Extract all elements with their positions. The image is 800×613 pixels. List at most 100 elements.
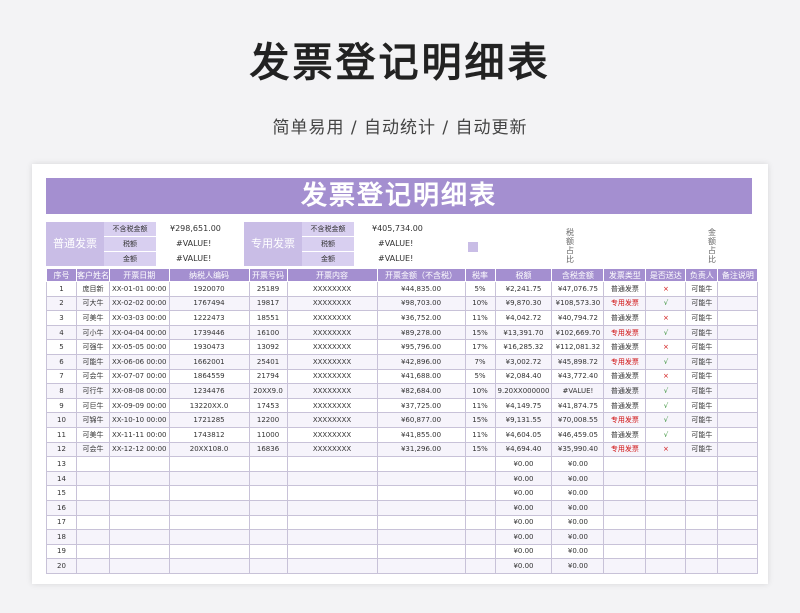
table-cell[interactable]: XXXXXXXX (286, 441, 378, 458)
col-header[interactable]: 税额 (494, 268, 553, 282)
table-cell[interactable]: ¥0.00 (551, 514, 605, 531)
table-cell[interactable] (109, 529, 170, 545)
table-cell[interactable]: 3 (46, 310, 77, 326)
table-cell[interactable] (248, 529, 288, 545)
table-cell[interactable]: 可锦牛 (76, 412, 110, 428)
col-header[interactable]: 税率 (464, 268, 496, 282)
table-cell[interactable]: 18551 (248, 310, 288, 326)
table-cell[interactable]: ¥36,752.00 (376, 310, 466, 326)
table-cell[interactable] (109, 470, 170, 487)
table-cell[interactable]: XX-12-12 00:00 (109, 441, 170, 458)
table-cell[interactable] (685, 558, 719, 574)
table-cell[interactable]: ¥46,459.05 (551, 426, 605, 443)
table-cell[interactable]: 可能牛 (685, 412, 719, 428)
table-cell[interactable]: ¥0.00 (551, 558, 605, 574)
table-cell[interactable] (168, 558, 250, 574)
table-cell[interactable]: 可能牛 (685, 353, 719, 370)
table-cell[interactable]: 11 (46, 426, 77, 443)
table-cell[interactable]: 11% (464, 426, 496, 443)
table-cell[interactable]: ¥0.00 (494, 485, 553, 501)
table-cell[interactable]: 普通发票 (603, 281, 647, 297)
table-cell[interactable] (685, 514, 719, 531)
table-cell[interactable]: ¥31,296.00 (376, 441, 466, 458)
table-cell[interactable]: 9 (46, 397, 77, 414)
col-header[interactable]: 客户姓名 (76, 268, 110, 282)
table-cell[interactable] (109, 456, 170, 472)
table-cell[interactable] (168, 485, 250, 501)
table-cell[interactable]: 可会牛 (76, 368, 110, 385)
table-cell[interactable]: ¥13,391.70 (494, 324, 553, 341)
table-cell[interactable]: ¥0.00 (494, 543, 553, 560)
table-cell[interactable]: 庞目新 (76, 281, 110, 297)
table-cell[interactable] (717, 324, 759, 341)
table-cell[interactable]: 19817 (248, 295, 288, 312)
table-cell[interactable]: XX-07-07 00:00 (109, 368, 170, 385)
table-cell[interactable]: 普通发票 (603, 310, 647, 326)
table-cell[interactable] (717, 441, 759, 458)
table-cell[interactable]: ¥102,669.70 (551, 324, 605, 341)
table-cell[interactable]: XX-02-02 00:00 (109, 295, 170, 312)
table-cell[interactable]: 1743812 (168, 426, 250, 443)
table-cell[interactable] (76, 529, 110, 545)
table-cell[interactable] (717, 470, 759, 487)
table-cell[interactable] (248, 485, 288, 501)
table-cell[interactable]: × (645, 310, 687, 326)
table-cell[interactable] (464, 514, 496, 531)
table-cell[interactable]: √ (645, 383, 687, 399)
table-cell[interactable]: 1721285 (168, 412, 250, 428)
table-cell[interactable]: 可能牛 (685, 397, 719, 414)
table-cell[interactable]: ¥2,241.75 (494, 281, 553, 297)
table-cell[interactable] (717, 412, 759, 428)
table-cell[interactable]: 可能牛 (685, 339, 719, 355)
table-cell[interactable]: ¥35,990.40 (551, 441, 605, 458)
table-cell[interactable]: ¥70,008.55 (551, 412, 605, 428)
table-cell[interactable] (109, 558, 170, 574)
col-header[interactable]: 负责人 (685, 268, 719, 282)
table-cell[interactable]: 9.20XX000000 (494, 383, 553, 399)
table-cell[interactable]: ¥108,573.30 (551, 295, 605, 312)
table-cell[interactable]: 可巨牛 (76, 397, 110, 414)
table-cell[interactable]: 10 (46, 412, 77, 428)
table-cell[interactable]: 可能牛 (685, 383, 719, 399)
table-cell[interactable] (248, 543, 288, 560)
table-cell[interactable]: × (645, 281, 687, 297)
table-cell[interactable]: × (645, 368, 687, 385)
table-cell[interactable]: 16 (46, 499, 77, 516)
table-cell[interactable]: × (645, 339, 687, 355)
table-cell[interactable]: ¥41,688.00 (376, 368, 466, 385)
table-cell[interactable] (248, 558, 288, 574)
table-cell[interactable] (464, 470, 496, 487)
table-cell[interactable] (645, 499, 687, 516)
table-cell[interactable]: XX-03-03 00:00 (109, 310, 170, 326)
table-cell[interactable] (603, 485, 647, 501)
col-header[interactable]: 含税金额 (551, 268, 605, 282)
table-cell[interactable]: ¥95,796.00 (376, 339, 466, 355)
table-cell[interactable]: ¥0.00 (551, 470, 605, 487)
table-cell[interactable] (603, 456, 647, 472)
table-cell[interactable]: ¥3,002.72 (494, 353, 553, 370)
table-cell[interactable]: √ (645, 397, 687, 414)
table-cell[interactable]: 19 (46, 543, 77, 560)
table-cell[interactable]: 13092 (248, 339, 288, 355)
table-cell[interactable]: 11% (464, 397, 496, 414)
table-cell[interactable]: 16836 (248, 441, 288, 458)
table-cell[interactable]: √ (645, 353, 687, 370)
table-cell[interactable] (286, 529, 378, 545)
table-cell[interactable] (76, 543, 110, 560)
table-cell[interactable] (376, 558, 466, 574)
col-header[interactable]: 开票日期 (109, 268, 170, 282)
table-cell[interactable]: 7% (464, 353, 496, 370)
table-cell[interactable]: 15 (46, 485, 77, 501)
table-cell[interactable] (603, 529, 647, 545)
table-cell[interactable]: XXXXXXXX (286, 383, 378, 399)
table-cell[interactable]: 可会牛 (76, 441, 110, 458)
table-cell[interactable] (717, 281, 759, 297)
table-cell[interactable]: 可能牛 (685, 441, 719, 458)
table-cell[interactable] (717, 558, 759, 574)
table-cell[interactable]: ¥0.00 (551, 529, 605, 545)
table-cell[interactable]: XX-10-10 00:00 (109, 412, 170, 428)
table-cell[interactable]: ¥82,684.00 (376, 383, 466, 399)
table-cell[interactable]: XXXXXXXX (286, 324, 378, 341)
table-cell[interactable] (109, 514, 170, 531)
table-cell[interactable]: XXXXXXXX (286, 353, 378, 370)
